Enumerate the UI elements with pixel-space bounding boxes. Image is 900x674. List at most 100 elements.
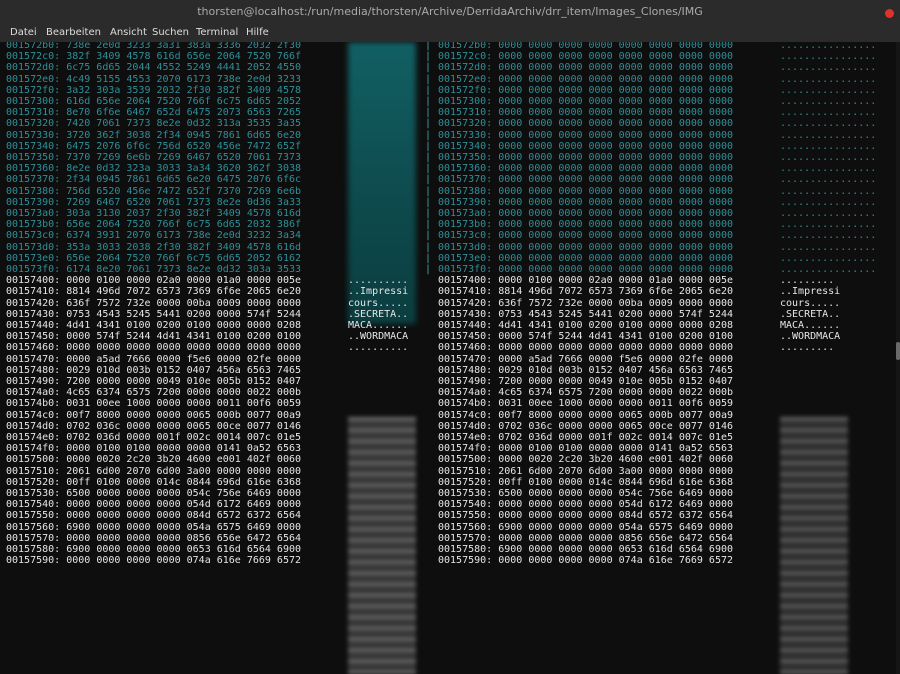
menu-hilfe[interactable]: Hilfe bbox=[246, 27, 269, 38]
offset: 001574d0: bbox=[438, 420, 493, 432]
column-separator: | bbox=[425, 174, 432, 186]
ascii-right: ......... bbox=[780, 342, 835, 354]
hex-left: 00157550: 0000 0000 0000 0000 084d 6572 … bbox=[6, 510, 301, 521]
offset: 00157590: bbox=[6, 555, 61, 567]
hex-left: 00157460: 0000 0000 0000 0000 0000 0000 … bbox=[6, 342, 301, 353]
ascii-right: ..Impressi bbox=[780, 286, 841, 298]
ascii-right: cours..... bbox=[780, 297, 841, 309]
offset: 00157480: bbox=[6, 364, 61, 376]
column-separator: | bbox=[425, 241, 432, 253]
hex-right: 00157470: 0000 a5ad 7666 0000 f5e6 0000 … bbox=[438, 354, 733, 365]
hex-bytes: 6900 0000 0000 0000 054a 6575 6469 0000 bbox=[498, 521, 734, 533]
hex-bytes: 7200 0000 0000 0049 010e 005b 0152 0407 bbox=[66, 376, 302, 387]
offset: 001574c0: bbox=[6, 409, 61, 421]
offset: 00157560: bbox=[438, 521, 493, 533]
hex-right: 00157500: 0000 0020 2c20 3b20 4600 e001 … bbox=[438, 454, 733, 465]
hex-right: 001572f0: 0000 0000 0000 0000 0000 0000 … bbox=[438, 84, 734, 96]
ascii-left: MACA...... bbox=[348, 320, 409, 331]
hex-right: 001573c0: 0000 0000 0000 0000 0000 0000 … bbox=[438, 230, 734, 242]
column-separator: | bbox=[425, 264, 432, 275]
hex-left: 001574d0: 0702 036c 0000 0000 0065 00ce … bbox=[6, 421, 301, 432]
offset: 001574d0: bbox=[6, 420, 61, 432]
hex-bytes: 6500 0000 0000 0000 054c 756e 6469 0000 bbox=[498, 488, 734, 499]
hex-bytes: 0000 a5ad 7666 0000 f5e6 0000 02fe 0000 bbox=[498, 353, 734, 365]
hex-right: 001572b0: 0000 0000 0000 0000 0000 0000 … bbox=[438, 42, 734, 51]
hex-bytes: 0000 574f 5244 4d41 4341 0100 0200 0100 bbox=[66, 331, 302, 343]
hex-right: 00157390: 0000 0000 0000 0000 0000 0000 … bbox=[438, 196, 734, 208]
hex-bytes: 00ff 0100 0000 014c 0844 696d 616e 6368 bbox=[66, 476, 302, 488]
menu-bearbeiten[interactable]: Bearbeiten bbox=[46, 27, 101, 38]
ascii-right: ................ bbox=[780, 185, 877, 197]
hex-bytes: 0000 0000 0000 0000 084d 6572 6372 6564 bbox=[66, 510, 302, 522]
offset: 00157450: bbox=[438, 331, 493, 343]
hex-bytes: 0000 0000 0000 0000 074a 616e 7669 6572 bbox=[66, 555, 302, 567]
hex-right: 001574b0: 0031 00ee 1000 0000 0000 0011 … bbox=[438, 398, 733, 409]
ascii-left: ..Impressi bbox=[348, 286, 409, 298]
hex-left: 00157570: 0000 0000 0000 0000 0856 656e … bbox=[6, 533, 301, 544]
hex-left: 00157480: 0029 010d 003b 0152 0407 456a … bbox=[6, 365, 301, 376]
ascii-right: ................ bbox=[780, 208, 877, 219]
hex-left: 00157510: 2061 6d00 2070 6d00 3a00 0000 … bbox=[6, 466, 301, 477]
menu-datei[interactable]: Datei bbox=[10, 27, 37, 38]
offset: 00157470: bbox=[6, 353, 61, 365]
hex-bytes: 0000 0020 2c20 3b20 4600 e001 402f 0060 bbox=[66, 454, 302, 466]
hex-right: 001572e0: 0000 0000 0000 0000 0000 0000 … bbox=[438, 73, 734, 85]
hex-bytes: 0000 0100 0100 0000 0000 0141 0a52 6563 bbox=[66, 443, 302, 455]
hex-left: 001573d0: 353a 3033 2038 2f30 382f 3409 … bbox=[6, 241, 302, 253]
hex-bytes: 0702 036d 0000 001f 002c 0014 007c 01e5 bbox=[66, 432, 302, 443]
menu-terminal[interactable]: Terminal bbox=[196, 27, 238, 38]
hex-left: 00157380: 756d 6520 456e 7472 652f 7370 … bbox=[6, 185, 302, 197]
hex-bytes: 4c65 6374 6575 7200 0000 0000 0022 000b bbox=[498, 387, 734, 399]
hex-right: 00157340: 0000 0000 0000 0000 0000 0000 … bbox=[438, 140, 734, 152]
close-window-button[interactable] bbox=[885, 9, 894, 18]
menu-ansicht[interactable]: Ansicht bbox=[110, 27, 147, 38]
hex-left: 00157470: 0000 a5ad 7666 0000 f5e6 0000 … bbox=[6, 354, 301, 365]
offset: 00157470: bbox=[438, 353, 493, 365]
offset: 00157510: bbox=[6, 465, 61, 477]
offset: 001574f0: bbox=[438, 443, 493, 455]
hex-right: 00157410: 8814 496d 7072 6573 7369 6f6e … bbox=[438, 286, 733, 297]
ascii-right: ................ bbox=[780, 163, 877, 175]
offset: 00157560: bbox=[6, 521, 61, 533]
ascii-right: ................ bbox=[780, 264, 877, 275]
column-separator: | bbox=[425, 196, 432, 208]
hex-right: 001574f0: 0000 0100 0100 0000 0000 0141 … bbox=[438, 443, 733, 454]
hex-bytes: 0702 036d 0000 001f 002c 0014 007c 01e5 bbox=[498, 432, 734, 443]
offset: 00157530: bbox=[6, 488, 61, 499]
offset: 00157570: bbox=[438, 532, 493, 544]
offset: 00157410: bbox=[438, 286, 493, 298]
redacted-ascii-block-right bbox=[780, 417, 848, 674]
offset: 00157540: bbox=[6, 499, 61, 511]
offset: 00157400: bbox=[438, 275, 493, 287]
ascii-right: ................ bbox=[780, 152, 877, 163]
hex-left: 00157330: 3720 362f 3038 2f34 0945 7861 … bbox=[6, 129, 302, 141]
hex-bytes: 0000 0000 0000 0000 0000 0000 0000 0000 bbox=[66, 342, 302, 354]
hex-right: 00157440: 4d41 4341 0100 0200 0100 0000 … bbox=[438, 320, 733, 331]
hex-right: 001573f0: 0000 0000 0000 0000 0000 0000 … bbox=[438, 264, 734, 275]
hex-right: 00157310: 0000 0000 0000 0000 0000 0000 … bbox=[438, 107, 734, 119]
offset: 00157500: bbox=[438, 454, 493, 466]
hex-left: 00157520: 00ff 0100 0000 014c 0844 696d … bbox=[6, 477, 301, 488]
hex-right: 00157540: 0000 0000 0000 0000 054d 6172 … bbox=[438, 499, 733, 510]
hex-bytes: 0000 574f 5244 4d41 4341 0100 0200 0100 bbox=[498, 331, 734, 343]
ascii-left: .SECRETA.. bbox=[348, 308, 409, 320]
menu-suchen[interactable]: Suchen bbox=[152, 27, 189, 38]
offset: 00157410: bbox=[6, 286, 61, 298]
scrollbar-thumb[interactable] bbox=[896, 342, 900, 360]
offset: 00157440: bbox=[6, 320, 61, 331]
hex-right: 00157320: 0000 0000 0000 0000 0000 0000 … bbox=[438, 118, 734, 130]
hex-right: 00157480: 0029 010d 003b 0152 0407 456a … bbox=[438, 365, 733, 376]
column-separator: | bbox=[425, 230, 432, 242]
hex-bytes: 636f 7572 732e 0000 00ba 0009 0000 0000 bbox=[66, 297, 302, 309]
hex-right: 00157490: 7200 0000 0000 0049 010e 005b … bbox=[438, 376, 733, 387]
offset: 00157460: bbox=[438, 342, 493, 354]
hex-left: 001572d0: 6c75 6d65 2044 4552 5249 4441 … bbox=[6, 62, 302, 74]
column-separator: | bbox=[425, 252, 432, 264]
hex-bytes: 0000 0100 0100 0000 0000 0141 0a52 6563 bbox=[498, 443, 734, 455]
scrollbar[interactable] bbox=[896, 42, 900, 674]
hex-left: 001572b0: 738e 2e0d 3233 3a31 383a 3336 … bbox=[6, 42, 302, 51]
terminal-output[interactable]: 001572b0: 738e 2e0d 3233 3a31 383a 3336 … bbox=[0, 42, 896, 674]
offset: 00157550: bbox=[438, 510, 493, 522]
hex-left: 00157500: 0000 0020 2c20 3b20 4600 e001 … bbox=[6, 454, 301, 465]
ascii-right: ................ bbox=[780, 62, 877, 74]
